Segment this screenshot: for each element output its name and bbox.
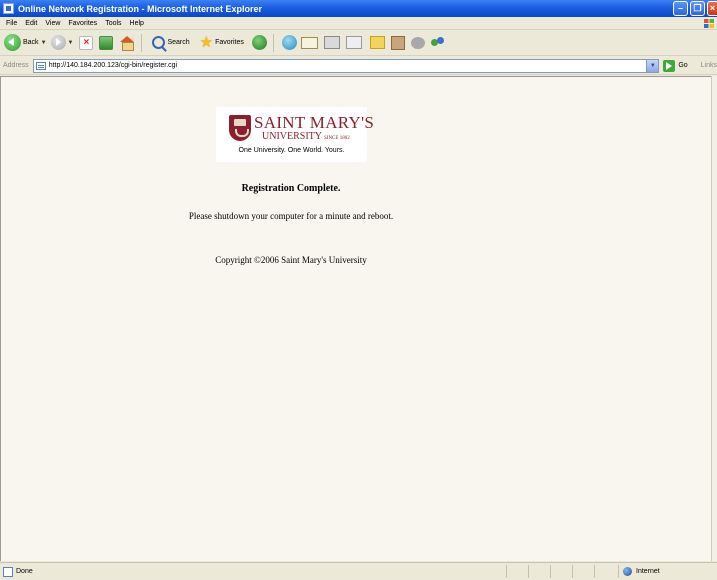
status-pane <box>550 565 572 578</box>
logo-university: UNIVERSITY <box>262 131 322 142</box>
page-icon <box>35 61 46 70</box>
globe-icon <box>623 567 632 576</box>
search-icon <box>152 36 166 49</box>
windows-flag-icon <box>704 19 714 28</box>
research-icon[interactable] <box>390 35 405 50</box>
logo-name: SAINT MARY'S <box>254 113 375 132</box>
menu-bar: File Edit View Favorites Tools Help <box>0 17 717 30</box>
search-button[interactable]: Search <box>146 32 190 54</box>
standard-toolbar: Back ▼ ▼ × Search ★ Favorites <box>0 30 717 56</box>
forward-dropdown-icon[interactable]: ▼ <box>68 40 74 46</box>
logo-subtitle: UNIVERSITY SINCE 1802 <box>262 131 350 142</box>
status-panes <box>506 565 616 578</box>
page-done-icon <box>3 566 13 577</box>
toolbar-separator <box>141 33 143 52</box>
ie-icon <box>3 3 14 14</box>
back-label: Back <box>23 39 39 46</box>
logo-since: SINCE 1802 <box>324 136 350 141</box>
links-button[interactable]: Links <box>701 62 717 69</box>
address-label: Address <box>3 62 29 69</box>
window-controls: – ❐ × <box>673 1 717 16</box>
university-logo: SAINT MARY'S UNIVERSITY SINCE 1802 One Un… <box>216 107 374 162</box>
page-heading: Registration Complete. <box>241 183 341 194</box>
crest-icon <box>229 115 251 141</box>
menu-tools[interactable]: Tools <box>105 20 121 27</box>
close-button[interactable]: × <box>707 1 717 16</box>
forward-arrow-icon <box>50 35 66 50</box>
toolbar-separator <box>272 33 274 52</box>
menu-file[interactable]: File <box>6 20 17 27</box>
go-label: Go <box>678 62 688 69</box>
page-message: Please shutdown your computer for a minu… <box>188 211 394 221</box>
logo-tagline: One University. One World. Yours. <box>238 147 345 154</box>
media-icon[interactable] <box>251 35 267 50</box>
mail-icon[interactable] <box>300 36 318 49</box>
address-dropdown-icon[interactable]: ▼ <box>646 59 659 72</box>
window-titlebar[interactable]: Online Network Registration - Microsoft … <box>0 0 717 17</box>
menu-favorites[interactable]: Favorites <box>68 20 97 27</box>
history-icon[interactable] <box>281 35 297 50</box>
window-title: Online Network Registration - Microsoft … <box>18 3 263 14</box>
home-icon[interactable] <box>119 35 135 51</box>
maximize-button[interactable]: ❐ <box>690 1 705 16</box>
favorites-label: Favorites <box>215 39 244 46</box>
menu-edit[interactable]: Edit <box>25 20 37 27</box>
page-content: SAINT MARY'S UNIVERSITY SINCE 1802 One Un… <box>0 76 711 561</box>
menu-view[interactable]: View <box>45 20 60 27</box>
favorites-star-icon: ★ <box>199 33 214 51</box>
zone-label: Internet <box>636 568 660 575</box>
forward-button[interactable]: ▼ <box>50 32 74 54</box>
back-button[interactable]: Back ▼ <box>4 32 47 54</box>
menu-help[interactable]: Help <box>130 20 144 27</box>
status-bar: Done Internet <box>0 562 717 580</box>
search-label: Search <box>167 39 190 46</box>
stop-icon[interactable]: × <box>79 35 94 50</box>
go-button[interactable]: Go <box>663 59 688 72</box>
messenger-icon[interactable] <box>410 36 425 49</box>
address-bar: Address http://140.184.200.123/cgi-bin/r… <box>0 57 717 75</box>
minimize-button[interactable]: – <box>673 1 688 16</box>
security-zone[interactable]: Internet <box>618 565 717 578</box>
favorites-button[interactable]: ★ Favorites <box>194 32 244 54</box>
status-pane <box>572 565 594 578</box>
address-url[interactable]: http://140.184.200.123/cgi-bin/register.… <box>49 62 177 69</box>
edit-icon[interactable] <box>345 36 362 49</box>
address-input[interactable]: http://140.184.200.123/cgi-bin/register.… <box>32 58 660 73</box>
status-pane <box>594 565 616 578</box>
status-pane <box>528 565 550 578</box>
msn-icon[interactable] <box>430 36 445 50</box>
back-arrow-icon <box>4 34 21 51</box>
folder-icon[interactable] <box>369 36 385 49</box>
status-text: Done <box>16 568 33 575</box>
back-dropdown-icon[interactable]: ▼ <box>41 40 47 46</box>
vertical-scrollbar[interactable] <box>711 76 717 561</box>
refresh-icon[interactable] <box>99 35 114 50</box>
go-arrow-icon <box>663 59 676 72</box>
status-pane <box>506 565 528 578</box>
print-icon[interactable] <box>323 36 340 49</box>
page-copyright: Copyright ©2006 Saint Mary's University <box>215 255 367 265</box>
